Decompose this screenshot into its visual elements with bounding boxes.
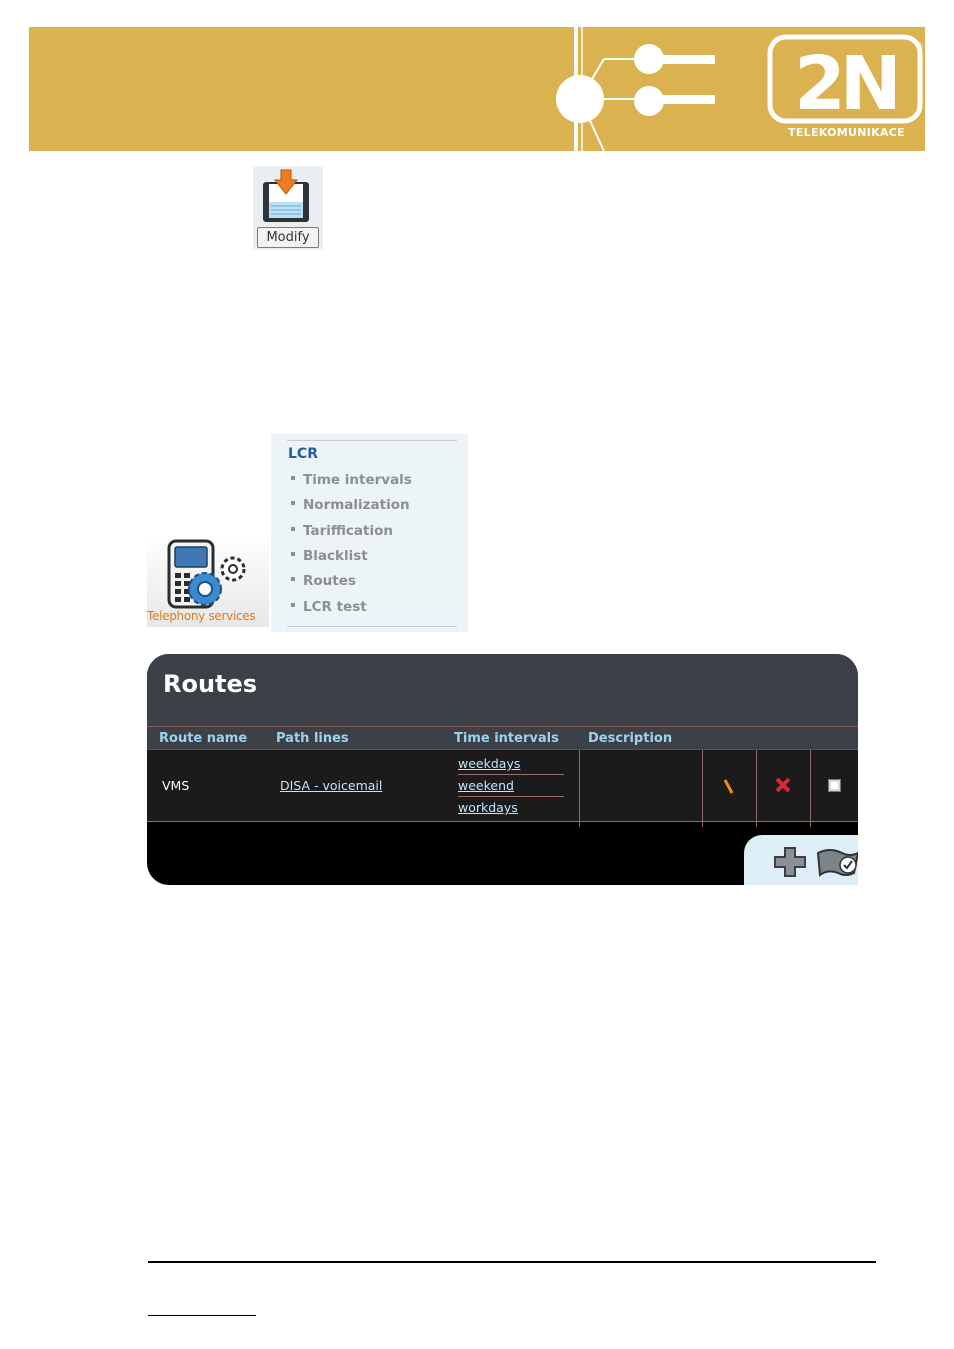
apply-flag-icon[interactable] bbox=[816, 847, 858, 879]
menu-divider bbox=[287, 440, 457, 441]
time-interval-link-workdays[interactable]: workdays bbox=[458, 800, 518, 815]
time-interval-link-weekdays[interactable]: weekdays bbox=[458, 756, 520, 771]
modify-label: Modify bbox=[257, 227, 319, 248]
table-header-row: Route name Path lines Time intervals Des… bbox=[147, 726, 858, 749]
header-banner: 2N ® TELEKOMUNIKACE bbox=[29, 27, 925, 151]
edit-pencil-icon[interactable] bbox=[722, 778, 736, 796]
logo-subtext: TELEKOMUNIKACE bbox=[788, 126, 905, 139]
phone-gears-icon bbox=[167, 539, 246, 609]
menu-item-lcr-test[interactable]: LCR test bbox=[291, 599, 367, 615]
save-arrow-icon bbox=[263, 169, 309, 222]
footnote-divider bbox=[148, 1315, 256, 1316]
menu-item-tariffication[interactable]: Tariffication bbox=[291, 523, 393, 539]
menu-divider bbox=[287, 626, 457, 627]
routes-header: Routes bbox=[147, 654, 858, 726]
lcr-menu: LCR Time intervals Normalization Tariffi… bbox=[271, 434, 468, 632]
column-header-route-name[interactable]: Route name bbox=[159, 731, 247, 746]
column-header-path-lines[interactable]: Path lines bbox=[276, 731, 349, 746]
add-plus-icon[interactable] bbox=[774, 847, 806, 877]
path-lines-link[interactable]: DISA - voicemail bbox=[280, 778, 382, 793]
menu-item-routes[interactable]: Routes bbox=[291, 573, 356, 589]
telephony-services-label: Telephony services bbox=[147, 609, 256, 623]
svg-text:2N: 2N bbox=[794, 41, 895, 127]
table-actions-tray bbox=[744, 835, 858, 885]
time-interval-link-weekend[interactable]: weekend bbox=[458, 778, 514, 793]
routes-panel: Routes Route name Path lines Time interv… bbox=[147, 654, 858, 885]
route-name-cell: VMS bbox=[162, 778, 190, 793]
lcr-menu-title[interactable]: LCR bbox=[288, 446, 318, 462]
2n-logo: 2N ® bbox=[767, 34, 924, 127]
footer-divider bbox=[148, 1261, 876, 1263]
delete-x-icon[interactable] bbox=[775, 777, 791, 793]
table-row: VMS DISA - voicemail weekdays weekend wo… bbox=[147, 749, 858, 827]
column-header-description[interactable]: Description bbox=[588, 731, 672, 746]
select-checkbox[interactable] bbox=[828, 779, 841, 792]
telephony-services-button[interactable]: Telephony services bbox=[147, 535, 269, 627]
routes-title: Routes bbox=[163, 670, 258, 698]
column-header-time-intervals[interactable]: Time intervals bbox=[454, 731, 559, 746]
menu-item-time-intervals[interactable]: Time intervals bbox=[291, 472, 412, 488]
menu-item-normalization[interactable]: Normalization bbox=[291, 497, 410, 513]
modify-button[interactable]: Modify bbox=[253, 166, 323, 250]
menu-item-blacklist[interactable]: Blacklist bbox=[291, 548, 368, 564]
svg-text:®: ® bbox=[915, 42, 924, 52]
